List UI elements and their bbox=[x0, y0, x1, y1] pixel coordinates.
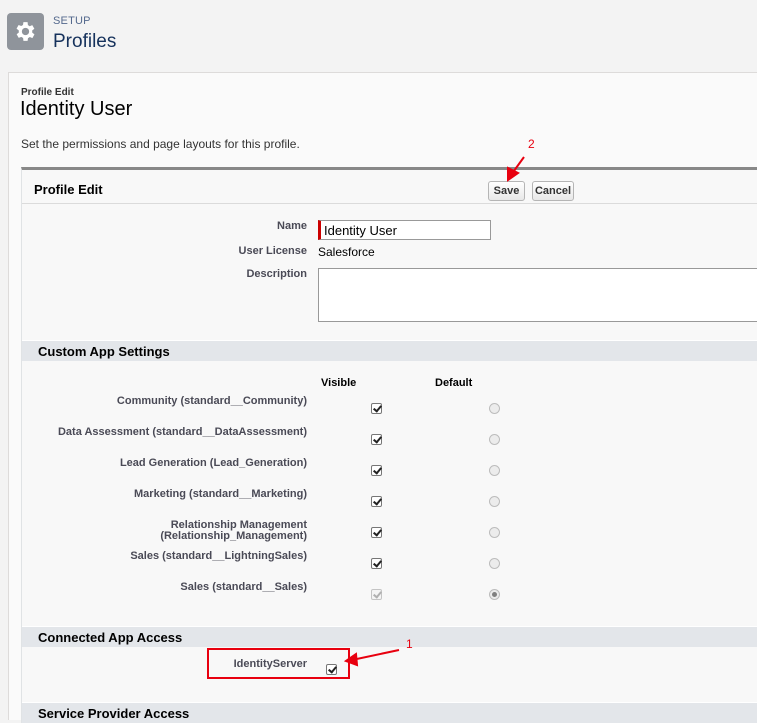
annotation-arrowhead-1 bbox=[343, 652, 359, 667]
annotation-arrow-1 bbox=[351, 649, 400, 661]
annotation-arrows bbox=[343, 156, 525, 667]
annotation-arrowhead-2 bbox=[507, 166, 520, 182]
